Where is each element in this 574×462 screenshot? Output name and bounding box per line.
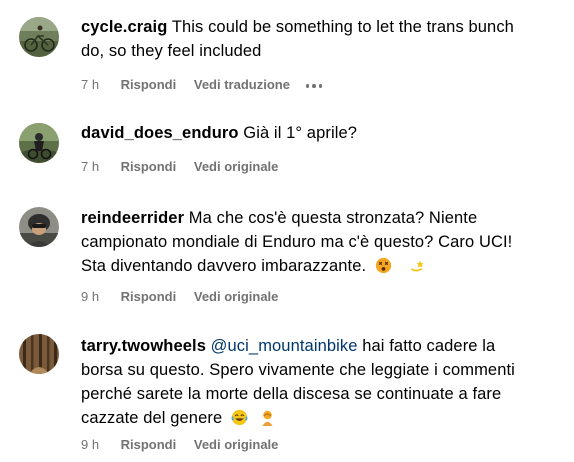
comment-username[interactable]: reindeerrider [81, 209, 184, 227]
see-translation-button[interactable]: Vedi traduzione [194, 77, 290, 93]
dizzy-star-emoji [409, 257, 426, 274]
comment-text: campionato mondiale di Enduro ma c'è que… [81, 233, 513, 251]
avatar[interactable] [19, 207, 59, 247]
comment-body: cycle.craig This could be something to l… [81, 15, 561, 63]
mountain-biker-forest-avatar [19, 123, 59, 163]
comment-time[interactable]: 9 h [81, 289, 117, 305]
comment-text: perché sarete la morte della discesa se … [81, 385, 502, 403]
comment-body: tarry.twowheels @uci_mountainbike hai fa… [81, 334, 561, 430]
comment-time[interactable]: 9 h [81, 437, 117, 453]
reply-button[interactable]: Rispondi [121, 159, 177, 175]
comment-text: do, so they feel included [81, 42, 262, 60]
comment-text: This could be something to let the trans… [171, 18, 514, 36]
comment-username[interactable]: cycle.craig [81, 18, 167, 36]
comment-meta: 7 h Rispondi Vedi originale [81, 159, 292, 175]
comment-body: reindeerrider Ma che cos'è questa stronz… [81, 206, 561, 278]
avatar[interactable] [19, 334, 59, 374]
cyclist-with-bike-avatar [19, 17, 59, 57]
comment-text: Ma che cos'è questa stronzata? Niente [188, 209, 478, 227]
avatar[interactable] [19, 17, 59, 57]
avatar[interactable] [19, 123, 59, 163]
rider-helmet-avatar [19, 207, 59, 247]
dizzy-face-emoji [375, 257, 392, 274]
see-original-button[interactable]: Vedi originale [194, 159, 279, 175]
comment-body: david_does_enduro Già il 1° aprile? [81, 121, 561, 145]
comment-text: Già il 1° aprile? [243, 124, 358, 142]
comment-text: borsa su questo. Spero vivamente che leg… [81, 361, 515, 379]
reply-button[interactable]: Rispondi [121, 437, 177, 453]
see-original-button[interactable]: Vedi originale [194, 289, 279, 305]
comment-meta: 9 h Rispondi Vedi originale [81, 437, 292, 453]
reply-button[interactable]: Rispondi [121, 289, 177, 305]
tears-of-joy-emoji [231, 409, 248, 426]
mention-link[interactable]: @uci_mountainbike [211, 337, 358, 355]
more-options-icon[interactable] [305, 78, 326, 94]
comment-username[interactable]: david_does_enduro [81, 124, 239, 142]
comment-text: hai fatto cadere la [362, 337, 496, 355]
person-facepalming-emoji [259, 409, 276, 426]
see-original-button[interactable]: Vedi originale [194, 437, 279, 453]
comment-meta: 9 h Rispondi Vedi originale [81, 289, 292, 305]
comment-text: Sta diventando davvero imbarazzante. [81, 257, 367, 275]
reply-button[interactable]: Rispondi [121, 77, 177, 93]
comment-time[interactable]: 7 h [81, 77, 117, 93]
comment-text: cazzate del genere [81, 409, 223, 427]
comment-time[interactable]: 7 h [81, 159, 117, 175]
forest-trail-avatar [19, 334, 59, 374]
comment-meta: 7 h Rispondi Vedi traduzione [81, 77, 325, 94]
comment-username[interactable]: tarry.twowheels [81, 337, 206, 355]
